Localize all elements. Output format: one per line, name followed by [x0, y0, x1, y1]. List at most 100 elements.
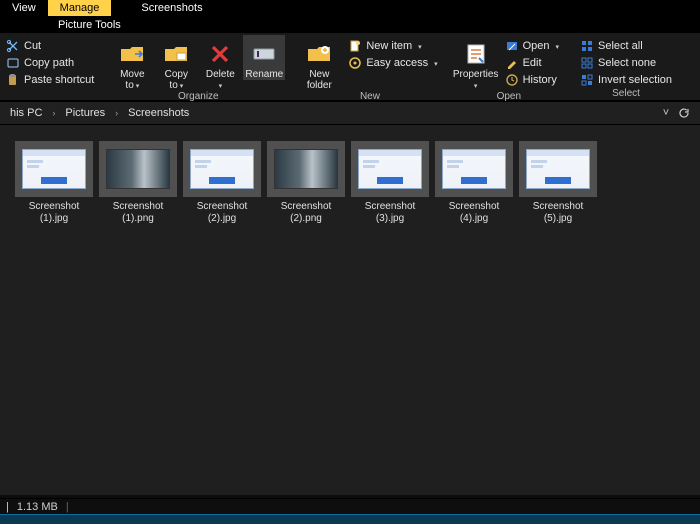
new-folder-button[interactable]: New folder — [298, 35, 340, 91]
chevron-right-icon: › — [50, 108, 57, 118]
edit-label: Edit — [523, 57, 542, 69]
open-icon — [505, 39, 519, 53]
tab-view[interactable]: View — [0, 0, 48, 16]
subtab-row: Picture Tools — [0, 16, 700, 33]
file-item[interactable]: Screenshot (3).jpg — [348, 137, 432, 231]
thumbnail-frame — [351, 141, 429, 197]
open-button[interactable]: Open — [501, 38, 563, 54]
status-size: 1.13 MB — [17, 501, 58, 513]
clipboard-group-label — [2, 88, 98, 100]
delete-icon — [207, 41, 233, 67]
file-item[interactable]: Screenshot (2).jpg — [180, 137, 264, 231]
rename-button[interactable]: Rename — [243, 35, 285, 80]
thumbnail-frame — [267, 141, 345, 197]
recent-dropdown-icon[interactable]: ˅ — [658, 107, 674, 119]
paste-shortcut-label: Paste shortcut — [24, 74, 94, 86]
status-separator: | — [66, 501, 69, 513]
thumbnail-frame — [519, 141, 597, 197]
select-all-button[interactable]: Select all — [576, 38, 676, 54]
crumb-this-pc[interactable]: his PC — [6, 107, 46, 119]
file-label: Screenshot (1).png — [99, 201, 177, 225]
file-item[interactable]: Screenshot (1).png — [96, 137, 180, 231]
cut-label: Cut — [24, 40, 41, 52]
tabstrip: View Manage Screenshots — [0, 0, 700, 16]
copy-to-button[interactable]: Copy to ▾ — [155, 35, 197, 91]
move-to-icon — [119, 41, 145, 67]
file-item[interactable]: Screenshot (1).jpg — [12, 137, 96, 231]
taskbar — [0, 514, 700, 524]
new-item-icon — [348, 39, 362, 53]
chevron-right-icon: › — [113, 108, 120, 118]
thumbnail-frame — [15, 141, 93, 197]
select-all-icon — [580, 39, 594, 53]
move-to-button[interactable]: Move to ▾ — [111, 35, 153, 91]
select-none-label: Select none — [598, 57, 656, 69]
move-to-label: Move to ▾ — [115, 69, 149, 91]
easy-access-label: Easy access — [366, 57, 428, 69]
new-item-button[interactable]: New item — [344, 38, 441, 54]
select-all-label: Select all — [598, 40, 643, 52]
file-label: Screenshot (2).png — [267, 201, 345, 225]
properties-button[interactable]: Properties ▾ — [455, 35, 497, 91]
edit-icon — [505, 56, 519, 70]
invert-selection-icon — [580, 73, 594, 87]
select-group-label: Select — [576, 88, 676, 101]
select-none-button[interactable]: Select none — [576, 55, 676, 71]
thumbnail — [442, 149, 506, 189]
thumbnail — [106, 149, 170, 189]
history-button[interactable]: History — [501, 72, 563, 88]
copy-to-label: Copy to ▾ — [159, 69, 193, 91]
thumbnail-frame — [435, 141, 513, 197]
invert-selection-button[interactable]: Invert selection — [576, 72, 676, 88]
file-grid[interactable]: Screenshot (1).jpgScreenshot (1).pngScre… — [0, 125, 700, 495]
edit-button[interactable]: Edit — [501, 55, 563, 71]
open-label: Open — [523, 40, 550, 52]
tab-picture-tools[interactable]: Picture Tools — [48, 19, 131, 31]
easy-access-button[interactable]: Easy access — [344, 55, 441, 71]
history-icon — [505, 73, 519, 87]
window-title: Screenshots — [129, 0, 214, 16]
history-label: History — [523, 74, 557, 86]
thumbnail — [22, 149, 86, 189]
delete-label: Delete ▾ — [203, 69, 237, 91]
new-folder-label: New folder — [302, 69, 336, 91]
paste-shortcut-icon — [6, 73, 20, 87]
file-item[interactable]: Screenshot (2).png — [264, 137, 348, 231]
invert-selection-label: Invert selection — [598, 74, 672, 86]
copy-path-button[interactable]: Copy path — [2, 55, 98, 71]
file-label: Screenshot (3).jpg — [351, 201, 429, 225]
tab-manage[interactable]: Manage — [48, 0, 112, 16]
thumbnail-frame — [183, 141, 261, 197]
file-label: Screenshot (1).jpg — [15, 201, 93, 225]
status-selection-marker: | — [6, 501, 9, 513]
thumbnail — [274, 149, 338, 189]
cut-button[interactable]: Cut — [2, 38, 98, 54]
file-label: Screenshot (4).jpg — [435, 201, 513, 225]
thumbnail — [190, 149, 254, 189]
crumb-screenshots[interactable]: Screenshots — [124, 107, 193, 119]
path-icon — [6, 56, 20, 70]
chevron-down-icon — [432, 57, 438, 69]
file-item[interactable]: Screenshot (5).jpg — [516, 137, 600, 231]
select-none-icon — [580, 56, 594, 70]
rename-icon — [251, 41, 277, 67]
copy-to-icon — [163, 41, 189, 67]
thumbnail-frame — [99, 141, 177, 197]
delete-button[interactable]: Delete ▾ — [199, 35, 241, 91]
chevron-down-icon — [416, 40, 422, 52]
rename-label: Rename — [245, 69, 283, 80]
new-folder-icon — [306, 41, 332, 67]
paste-shortcut-button[interactable]: Paste shortcut — [2, 72, 98, 88]
refresh-icon[interactable] — [678, 107, 694, 119]
address-bar[interactable]: his PC › Pictures › Screenshots ˅ — [0, 101, 700, 125]
open-group-label: Open — [455, 91, 563, 104]
scissors-icon — [6, 39, 20, 53]
file-item[interactable]: Screenshot (4).jpg — [432, 137, 516, 231]
status-bar: | 1.13 MB | — [0, 498, 700, 514]
chevron-down-icon — [554, 40, 560, 52]
file-label: Screenshot (2).jpg — [183, 201, 261, 225]
easy-access-icon — [348, 56, 362, 70]
ribbon: Cut Copy path Paste shortcut — [0, 33, 700, 101]
crumb-pictures[interactable]: Pictures — [61, 107, 109, 119]
new-item-label: New item — [366, 40, 412, 52]
